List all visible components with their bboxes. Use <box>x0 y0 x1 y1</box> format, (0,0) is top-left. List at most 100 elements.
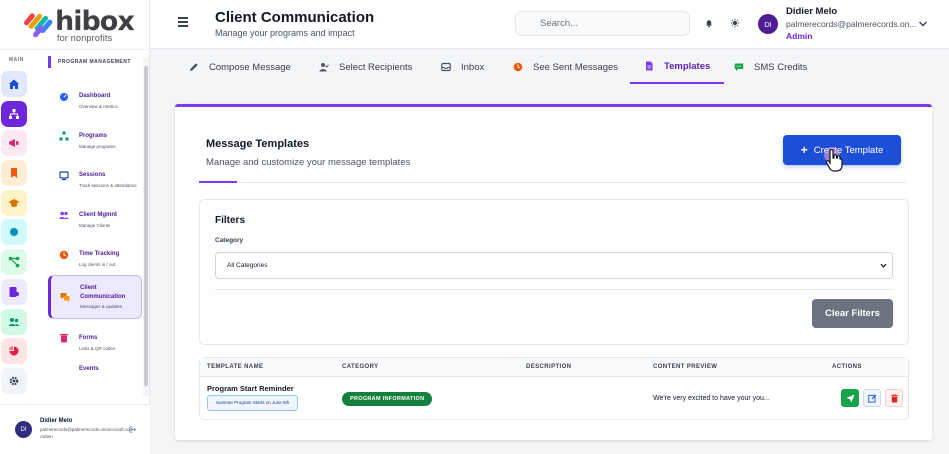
sidebar-scrollbar-thumb[interactable] <box>144 66 148 386</box>
pie-chart-icon <box>9 346 19 356</box>
sidebar-item-title: Sessions <box>79 172 106 178</box>
app-root: hibox for nonprofits MAIN PROGRAM MANAGE… <box>0 0 949 454</box>
sidebar-item-forms[interactable]: Forms Links & QR codes <box>48 319 142 359</box>
col-template-name: TEMPLATE NAME <box>207 364 264 370</box>
footer-user-role: Admin <box>40 434 53 439</box>
templates-table: TEMPLATE NAME CATEGORY DESCRIPTION CONTE… <box>199 357 909 420</box>
clock-icon <box>513 62 523 72</box>
flow-icon <box>8 256 20 268</box>
brand-logo[interactable]: hibox for nonprofits <box>24 6 135 43</box>
sidebar-item-programs[interactable]: Programs Manage programs <box>48 117 142 157</box>
rail-education-button[interactable] <box>1 189 27 216</box>
sidebar-item-sessions[interactable]: Sessions Track sessions & attendance <box>48 156 142 196</box>
logo-mark-icon <box>24 13 53 38</box>
megaphone-icon <box>9 139 19 148</box>
graduation-cap-icon <box>8 198 20 207</box>
delete-template-button[interactable] <box>885 389 903 407</box>
sidebar-item-subtitle: Manage Clients <box>79 222 111 228</box>
rail-bookmark-button[interactable] <box>1 160 27 187</box>
tab-compose-message[interactable]: Compose Message <box>189 50 291 84</box>
rail-marketing-button[interactable] <box>1 130 27 157</box>
sidebar: hibox for nonprofits MAIN PROGRAM MANAGE… <box>0 0 150 454</box>
bell-icon[interactable] <box>704 18 714 28</box>
send-template-button[interactable] <box>841 389 859 407</box>
user-check-icon <box>319 63 329 72</box>
rail-home-button[interactable] <box>1 71 27 97</box>
tab-sms-credits[interactable]: SMS Credits <box>734 50 807 84</box>
sidebar-divider <box>0 49 150 50</box>
tab-label: SMS Credits <box>754 61 808 73</box>
header-avatar[interactable]: DI <box>758 14 778 34</box>
tab-templates[interactable]: Templates <box>630 50 725 84</box>
sidebar-item-title: Dashboard <box>79 93 111 99</box>
footer-user-name: Didier Melo <box>40 418 73 424</box>
rail-programs-button[interactable] <box>1 100 27 127</box>
gear-icon <box>9 376 19 386</box>
templates-divider <box>199 182 906 183</box>
rail-documents-button[interactable] <box>1 278 27 305</box>
rail-reports-button[interactable] <box>1 338 27 365</box>
sidebar-item-dashboard[interactable]: Dashboard Overview & metrics <box>48 77 142 117</box>
sidebar-user-footer[interactable]: DI Didier Melo palmerecords@palmerecords… <box>0 404 150 454</box>
search-input[interactable] <box>515 11 690 36</box>
clock-icon <box>59 250 69 259</box>
sidebar-item-title: Client Mgmnt <box>79 211 117 218</box>
programs-icon <box>59 131 69 141</box>
rail-users-button[interactable] <box>1 308 27 335</box>
sidebar-item-time-tracking[interactable]: Time Tracking Log clients in / out <box>48 235 142 275</box>
tab-bar: Compose Message Select Recipients Inbox … <box>175 50 932 84</box>
sidebar-item-title: Events <box>79 366 99 372</box>
templates-divider-accent <box>199 181 237 183</box>
row-template-name: Program Start Reminder <box>207 384 294 393</box>
sidebar-item-title: Time Tracking <box>79 251 120 257</box>
templates-card: Message Templates Manage and customize y… <box>175 104 932 440</box>
circle-icon <box>10 228 18 237</box>
edit-template-button[interactable] <box>863 389 881 407</box>
tab-see-sent-messages[interactable]: See Sent Messages <box>513 50 618 84</box>
sidebar-item-subtitle: Track sessions & attendance <box>79 183 137 188</box>
sidebar-item-client-communication[interactable]: Client Communication Messages & updates <box>48 274 142 319</box>
pencil-icon <box>190 63 198 71</box>
sidebar-item-title: Client Communication <box>80 284 126 300</box>
users-icon <box>8 317 20 326</box>
category-select-value: All Categories <box>227 262 268 269</box>
client-icon <box>59 211 69 220</box>
rail-settings-button[interactable] <box>1 367 27 394</box>
home-icon <box>9 79 19 89</box>
sidebar-scrollbar[interactable] <box>143 58 149 396</box>
tab-label: See Sent Messages <box>533 61 619 73</box>
chat-icon <box>60 292 70 302</box>
rail-flow-button[interactable] <box>1 249 27 276</box>
edit-icon <box>867 394 876 403</box>
create-template-button[interactable]: + Create Template <box>783 135 901 165</box>
sidebar-item-subtitle: Manage programs <box>79 143 116 149</box>
theme-toggle-icon[interactable] <box>730 18 740 28</box>
filters-title: Filters <box>215 215 246 226</box>
row-category-badge: PROGRAM INFORMATION <box>342 392 433 406</box>
avatar: DI <box>15 421 32 438</box>
sidebar-item-client-mgmnt[interactable]: Client Mgmnt Manage Clients <box>48 196 142 236</box>
document-user-icon <box>9 286 19 297</box>
clear-filters-button[interactable]: Clear Filters <box>812 299 893 328</box>
rail-circle-button[interactable] <box>1 219 27 246</box>
tab-select-recipients[interactable]: Select Recipients <box>319 50 412 84</box>
templates-subtitle: Manage and customize your message templa… <box>206 157 411 168</box>
brand-tagline: for nonprofits <box>57 33 113 43</box>
inbox-icon <box>441 62 451 72</box>
sidebar-item-events[interactable]: Events <box>48 358 142 380</box>
logout-icon[interactable] <box>129 426 136 433</box>
trash-icon <box>60 334 68 343</box>
sidebar-item-title: Programs <box>79 132 108 139</box>
templates-title: Message Templates <box>206 138 310 150</box>
tab-label: Inbox <box>461 61 485 73</box>
category-select[interactable]: All Categories <box>215 252 893 279</box>
menu-toggle-icon[interactable] <box>178 17 188 27</box>
page-title: Client Communication <box>215 9 375 26</box>
tab-label: Compose Message <box>209 61 291 73</box>
chevron-down-icon[interactable] <box>918 20 928 28</box>
tab-inbox[interactable]: Inbox <box>441 50 484 84</box>
dashboard-icon <box>60 92 68 101</box>
chevron-down-icon <box>880 263 887 268</box>
filters-divider <box>215 289 893 290</box>
header-user-name: Didier Melo <box>786 6 838 17</box>
